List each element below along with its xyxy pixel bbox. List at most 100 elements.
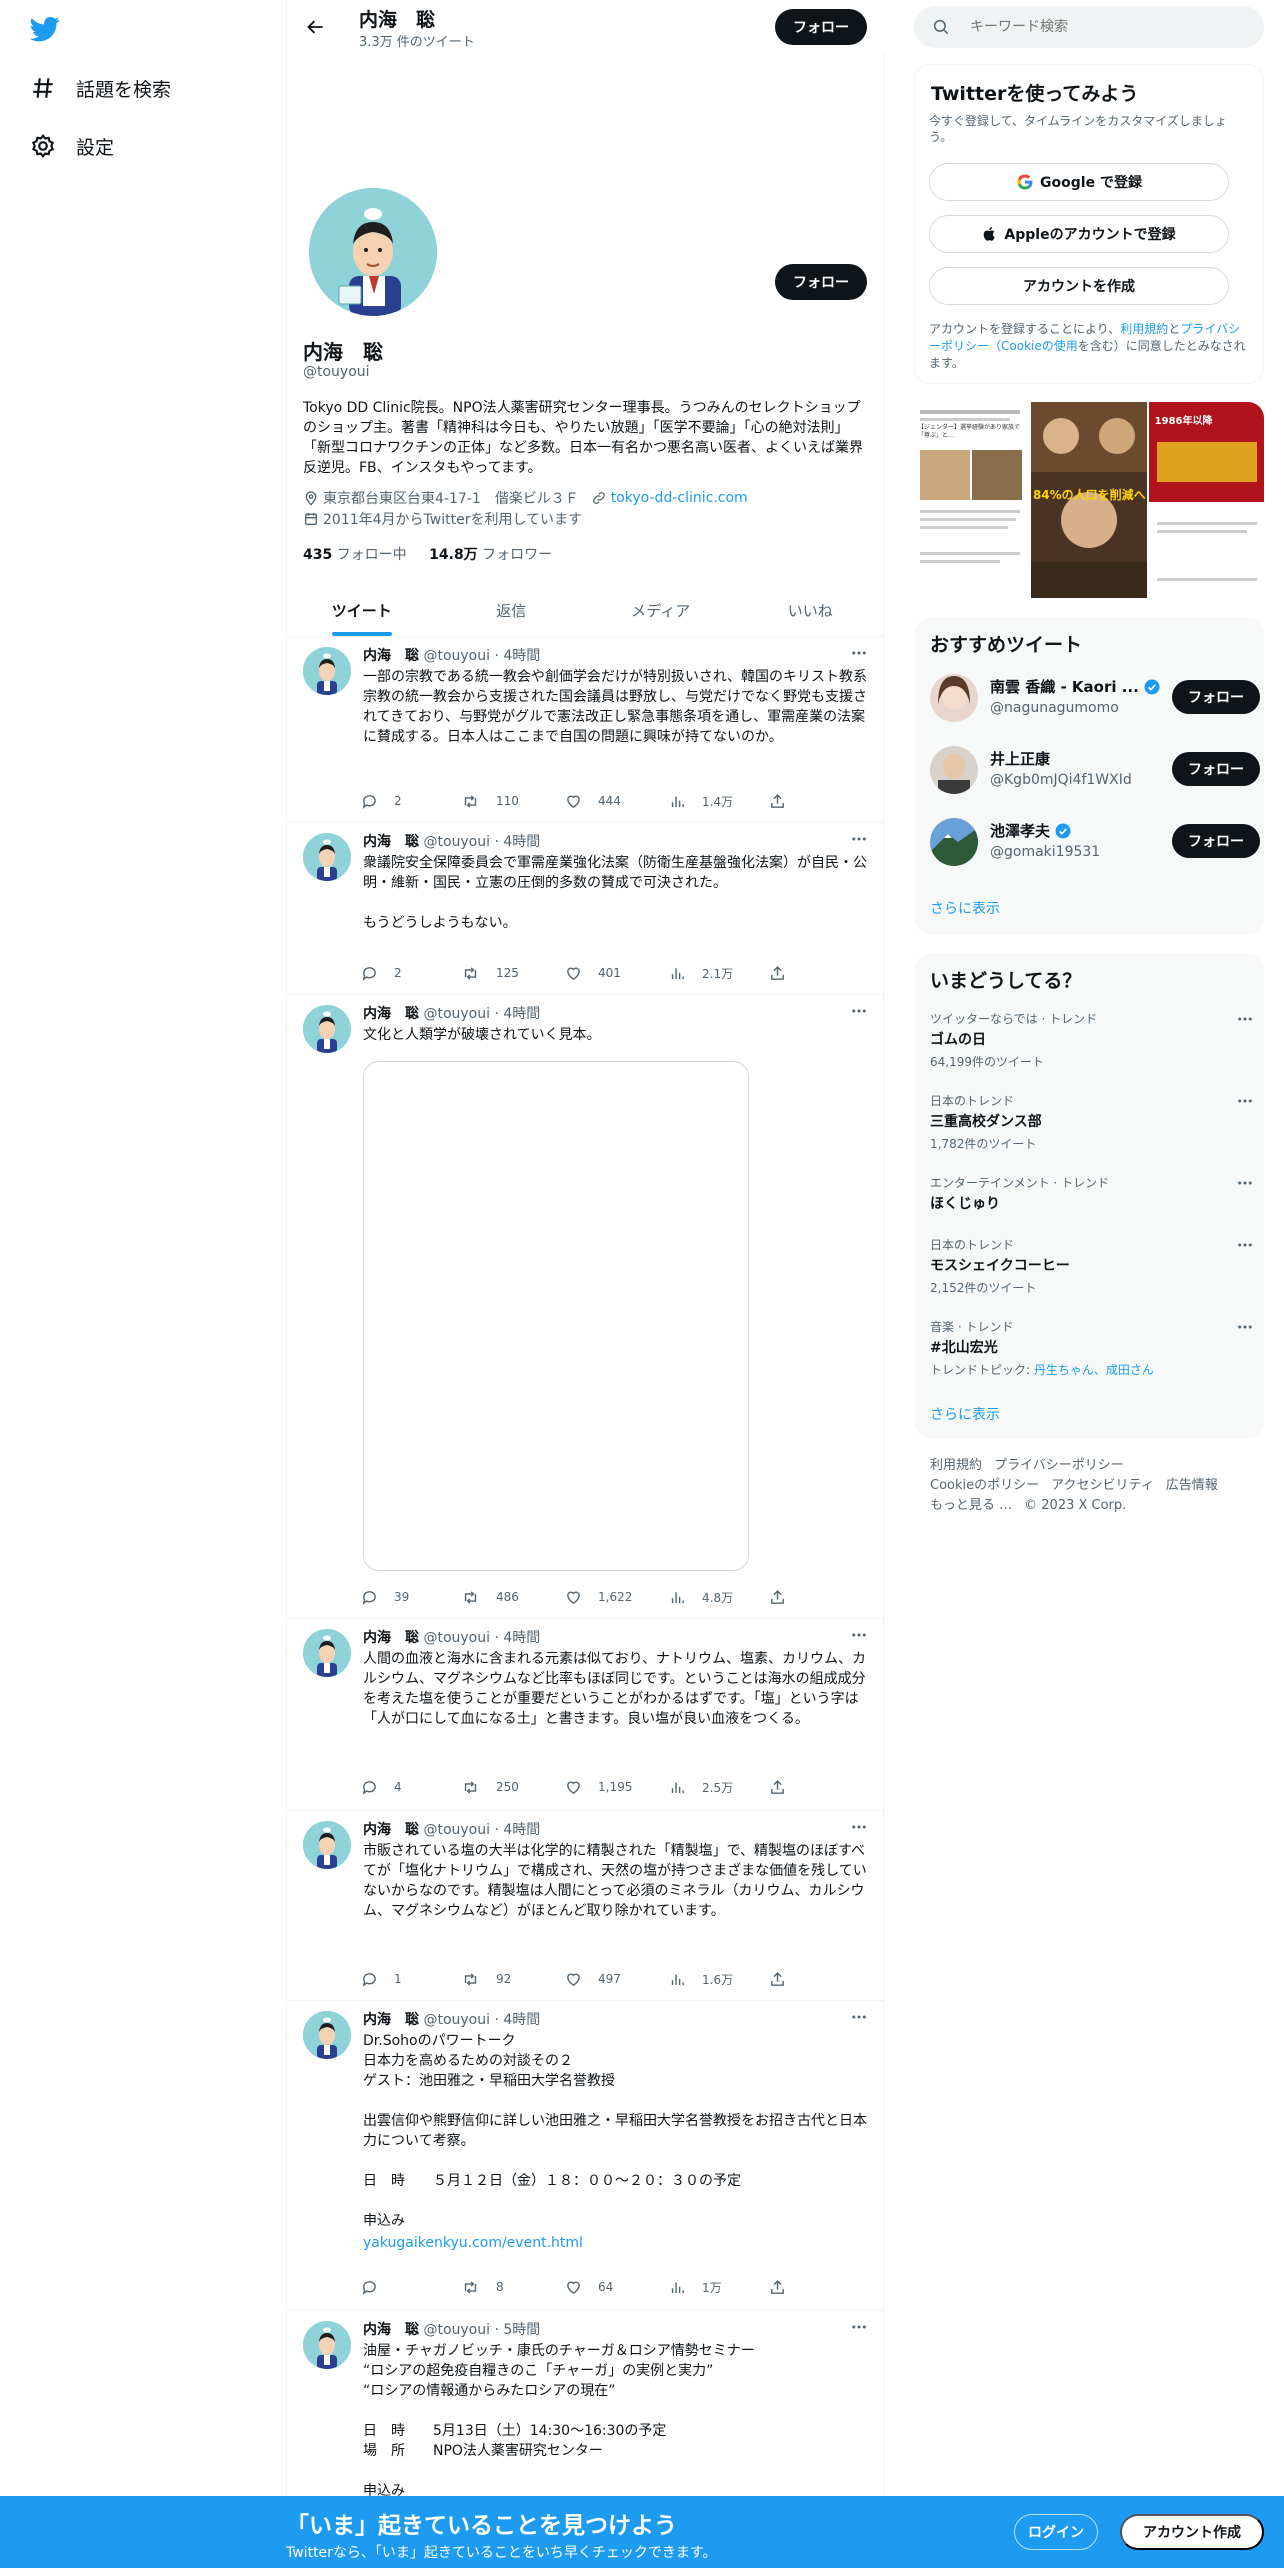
tweet-avatar[interactable] xyxy=(303,647,351,695)
like-button[interactable]: 497 xyxy=(565,1967,669,1991)
trend-item[interactable]: 日本のトレンド モスシェイクコーヒー 2,152件のツイート xyxy=(930,1236,1252,1296)
footer-cookie[interactable]: Cookieのポリシー xyxy=(930,1478,1039,1493)
trends-show-more[interactable]: さらに表示 xyxy=(930,1404,1000,1424)
reply-button[interactable]: 2 xyxy=(361,789,461,813)
retweet-button[interactable]: 110 xyxy=(461,789,565,813)
tweet-item[interactable]: 内海 聡 @touyoui · 4時間 人間の血液と海水に含まれる元素は似ており… xyxy=(287,1619,885,1811)
more-options-icon[interactable] xyxy=(847,641,871,665)
profile-website[interactable]: tokyo-dd-clinic.com xyxy=(591,490,748,506)
footer-more[interactable]: もっと見る … xyxy=(930,1498,1012,1513)
cookie-link[interactable]: （Cookieの使用 xyxy=(989,339,1078,353)
tweet-item[interactable]: 内海 聡 @touyoui · 4時間 文化と人類学が破壊されていく見本。 39… xyxy=(287,995,885,1619)
views-button[interactable]: 4.8万 xyxy=(669,1585,769,1609)
views-button[interactable]: 2.5万 xyxy=(669,1775,769,1799)
more-options-icon[interactable] xyxy=(1236,1236,1254,1258)
media-thumbnails[interactable]: 【ジェンダー】選挙経験があり家族で「尊ぶ」と… 84%の人口を削減へ 1986年… xyxy=(914,402,1264,598)
more-options-icon[interactable] xyxy=(847,2005,871,2029)
follow-button[interactable]: フォロー xyxy=(1172,680,1260,714)
tweet-item[interactable]: 内海 聡 @touyoui · 4時間 一部の宗教である統一教会や創価学会だけが… xyxy=(287,637,885,823)
search-box[interactable] xyxy=(914,6,1264,48)
google-signup-button[interactable]: Google で登録 xyxy=(929,163,1229,201)
share-button[interactable] xyxy=(769,1967,794,1991)
more-options-icon[interactable] xyxy=(847,1815,871,1839)
trend-topic-link[interactable]: 丹生ちゃん、成田さん xyxy=(1034,1363,1154,1377)
tweet-item[interactable]: 内海 聡 @touyoui · 4時間 市販されている塩の大半は化学的に精製され… xyxy=(287,1811,885,2001)
profile-website-link[interactable]: tokyo-dd-clinic.com xyxy=(611,490,748,506)
user-avatar[interactable] xyxy=(930,674,978,722)
user-avatar[interactable] xyxy=(930,746,978,794)
media-thumbnail[interactable]: 1986年以降 xyxy=(1148,402,1264,598)
apple-signup-button[interactable]: Appleのアカウントで登録 xyxy=(929,215,1229,253)
reply-button[interactable]: 4 xyxy=(361,1775,461,1799)
profile-follow-button[interactable]: フォロー xyxy=(775,264,867,300)
profile-avatar[interactable] xyxy=(305,184,441,320)
tweet-item[interactable]: 内海 聡 @touyoui · 4時間 衆議院安全保障委員会で軍需産業強化法案（… xyxy=(287,823,885,995)
follow-button[interactable]: フォロー xyxy=(1172,824,1260,858)
more-options-icon[interactable] xyxy=(1236,1092,1254,1114)
like-button[interactable]: 64 xyxy=(565,2275,669,2299)
create-account-button[interactable]: アカウントを作成 xyxy=(929,267,1229,305)
like-button[interactable]: 444 xyxy=(565,789,669,813)
trend-item[interactable]: ツイッターならでは · トレンド ゴムの日 64,199件のツイート xyxy=(930,1010,1252,1070)
tab-media[interactable]: メディア xyxy=(586,584,736,636)
share-button[interactable] xyxy=(769,1585,794,1609)
tweet-avatar[interactable] xyxy=(303,1821,351,1869)
twitter-bird-icon[interactable] xyxy=(29,14,60,44)
views-button[interactable]: 2.1万 xyxy=(669,961,769,985)
nav-settings[interactable]: 設定 xyxy=(28,126,114,166)
tweet-avatar[interactable] xyxy=(303,2011,351,2059)
like-button[interactable]: 401 xyxy=(565,961,669,985)
more-options-icon[interactable] xyxy=(1236,1174,1254,1196)
signup-button[interactable]: アカウント作成 xyxy=(1120,2514,1264,2550)
share-button[interactable] xyxy=(769,1775,794,1799)
trend-item[interactable]: エンターテインメント · トレンド ほくじゅり xyxy=(930,1174,1252,1213)
reply-button[interactable]: 2 xyxy=(361,961,461,985)
more-options-icon[interactable] xyxy=(847,1623,871,1647)
like-button[interactable]: 1,195 xyxy=(565,1775,669,1799)
tab-likes[interactable]: いいね xyxy=(736,584,886,636)
share-button[interactable] xyxy=(769,961,794,985)
follow-button[interactable]: フォロー xyxy=(1172,752,1260,786)
following-link[interactable]: 435 フォロー中 xyxy=(303,547,407,563)
recommended-show-more[interactable]: さらに表示 xyxy=(930,898,1000,918)
media-thumbnail[interactable]: 84%の人口を削減へ xyxy=(1031,402,1147,598)
media-thumbnail[interactable]: 【ジェンダー】選挙経験があり家族で「尊ぶ」と… xyxy=(914,402,1030,598)
trend-item[interactable]: 日本のトレンド 三重高校ダンス部 1,782件のツイート xyxy=(930,1092,1252,1152)
views-button[interactable]: 1.6万 xyxy=(669,1967,769,1991)
like-button[interactable]: 1,622 xyxy=(565,1585,669,1609)
footer-privacy[interactable]: プライバシーポリシー xyxy=(994,1458,1124,1473)
recommended-user[interactable]: 井上正康 @Kgb0mJQi4f1WXId フォロー xyxy=(930,742,1260,798)
terms-link[interactable]: 利用規約 xyxy=(1120,322,1168,336)
login-button[interactable]: ログイン xyxy=(1014,2514,1098,2550)
tweet-avatar[interactable] xyxy=(303,2321,351,2369)
tab-replies[interactable]: 返信 xyxy=(437,584,587,636)
reply-button[interactable]: 1 xyxy=(361,1967,461,1991)
search-input[interactable] xyxy=(970,19,1220,35)
user-avatar[interactable] xyxy=(930,818,978,866)
share-button[interactable] xyxy=(769,789,794,813)
tweet-item[interactable]: 内海 聡 @touyoui · 4時間 Dr.Sohoのパワートーク 日本力を高… xyxy=(287,2001,885,2311)
recommended-user[interactable]: 南雲 香織 - Kaori ... @nagunagumomo フォロー xyxy=(930,670,1260,726)
retweet-button[interactable]: 125 xyxy=(461,961,565,985)
header-follow-button[interactable]: フォロー xyxy=(775,9,867,45)
views-button[interactable]: 1万 xyxy=(669,2275,769,2299)
retweet-button[interactable]: 92 xyxy=(461,1967,565,1991)
reply-button[interactable] xyxy=(361,2275,461,2299)
trend-item[interactable]: 音楽 · トレンド #北山宏光 トレンドトピック: 丹生ちゃん、成田さん xyxy=(930,1318,1252,1378)
tweet-avatar[interactable] xyxy=(303,1005,351,1053)
retweet-button[interactable]: 8 xyxy=(461,2275,565,2299)
footer-terms[interactable]: 利用規約 xyxy=(930,1458,982,1473)
retweet-button[interactable]: 250 xyxy=(461,1775,565,1799)
reply-button[interactable]: 39 xyxy=(361,1585,461,1609)
views-button[interactable]: 1.4万 xyxy=(669,789,769,813)
back-arrow-icon[interactable] xyxy=(301,12,331,42)
tweet-avatar[interactable] xyxy=(303,1629,351,1677)
nav-explore[interactable]: 話題を検索 xyxy=(28,68,171,108)
more-options-icon[interactable] xyxy=(847,2315,871,2339)
tweet-link[interactable]: yakugaikenkyu.com/event.html xyxy=(363,2235,583,2251)
share-button[interactable] xyxy=(769,2275,794,2299)
more-options-icon[interactable] xyxy=(847,827,871,851)
footer-accessibility[interactable]: アクセシビリティ xyxy=(1051,1478,1154,1493)
more-options-icon[interactable] xyxy=(1236,1010,1254,1032)
retweet-button[interactable]: 486 xyxy=(461,1585,565,1609)
